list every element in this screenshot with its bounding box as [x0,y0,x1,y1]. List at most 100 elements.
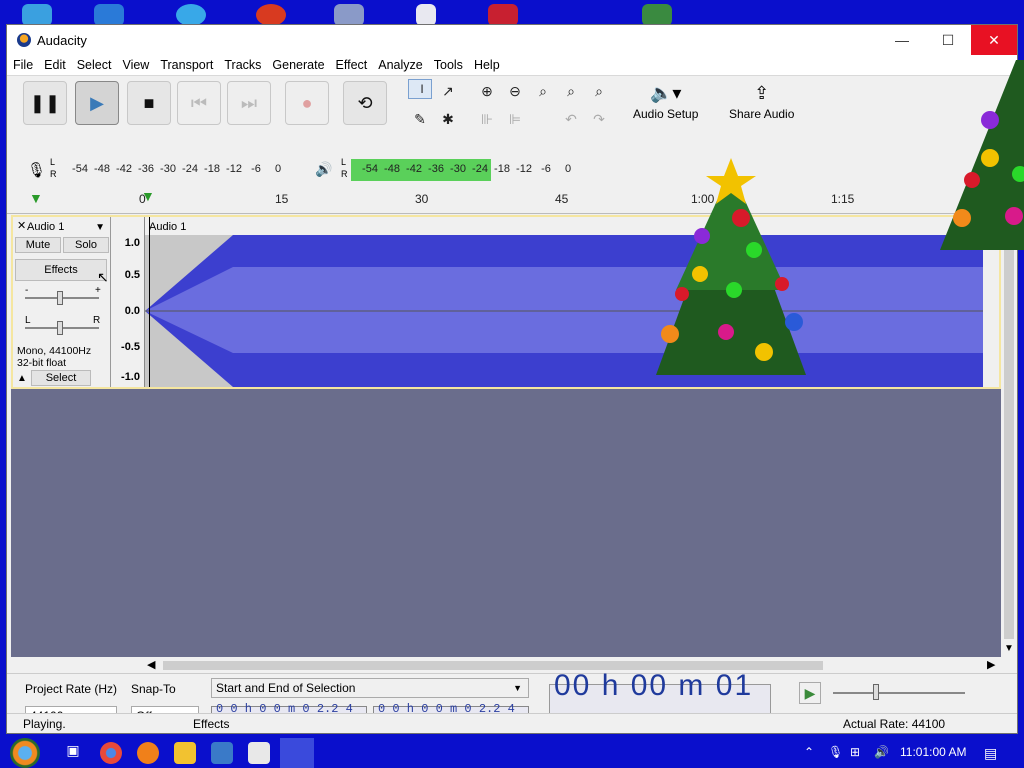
close-button[interactable]: ✕ [971,25,1017,55]
menu-transport[interactable]: Transport [154,58,218,72]
desktop-icon[interactable] [334,4,364,26]
track-control-panel: ✕ Audio 1 ▼ Mute Solo Effects ↖ - + L R … [13,217,111,387]
minimize-button[interactable]: — [879,25,925,55]
microphone-tray-icon[interactable]: 🎙 [828,745,843,759]
meter-tick: -12 [226,163,242,175]
multi-tool-icon[interactable]: ✱ [436,107,460,131]
task-view-icon[interactable]: ▣ [62,742,84,764]
audio-track[interactable]: ✕ Audio 1 ▼ Mute Solo Effects ↖ - + L R … [11,215,1001,389]
waveform[interactable] [145,235,983,387]
share-audio-button[interactable]: ⇪ Share Audio [729,83,794,121]
play-head-icon[interactable]: ▼ [29,190,43,206]
desktop-icon[interactable] [488,4,518,26]
track-name-dropdown[interactable]: Audio 1 ▼ [27,219,109,235]
mute-button[interactable]: Mute [15,237,61,253]
notification-icon[interactable]: ▤ [984,745,997,762]
audacity-taskbar-icon[interactable] [280,738,314,768]
select-track-button[interactable]: Select [31,370,91,386]
tray-chevron-icon[interactable]: ⌃ [804,745,814,759]
microphone-icon: 🎙 [27,162,47,179]
play-button[interactable]: ▶ [75,81,119,125]
fit-project-icon[interactable]: ⌕ [559,79,583,103]
selection-mode-select[interactable]: Start and End of Selection ▼ [211,678,529,698]
skip-to-end-button[interactable]: ⏭ [227,81,271,125]
scroll-down-icon[interactable]: ▼ [1004,643,1014,654]
clip-name-bar[interactable]: Audio 1 [145,217,983,235]
stop-button[interactable]: ■ [127,81,171,125]
skip-to-start-button[interactable]: ⏮ [177,81,221,125]
menu-select[interactable]: Select [71,58,117,72]
menu-file[interactable]: File [7,58,38,72]
scroll-left-icon[interactable]: ◀ [147,658,155,671]
network-icon[interactable]: ⊞ [850,745,860,759]
desktop-icon[interactable] [94,4,124,26]
upload-icon: ⇪ [754,83,770,103]
record-button[interactable]: ● [285,81,329,125]
file-explorer-icon[interactable] [174,742,196,764]
gain-slider-thumb[interactable] [57,291,63,305]
scroll-up-icon[interactable]: ▲ [1004,215,1014,226]
menu-help[interactable]: Help [468,58,505,72]
zoom-out-icon[interactable]: ⊖ [503,79,527,103]
pan-slider-thumb[interactable] [57,321,63,335]
silence-audio-icon[interactable]: ⊫ [503,107,527,131]
play-speed-thumb[interactable] [873,684,879,700]
desktop-icon[interactable] [416,4,436,26]
audio-setup-button[interactable]: 🔈▾ Audio Setup [633,83,698,121]
meter-tick: -6 [251,163,261,175]
play-speed-slider[interactable] [833,692,965,694]
trim-audio-icon[interactable]: ⊪ [475,107,499,131]
clock[interactable]: 11:01:00 AM [900,745,967,759]
track-area[interactable]: ✕ Audio 1 ▼ Mute Solo Effects ↖ - + L R … [11,215,1001,657]
status-bar: Playing. Effects Actual Rate: 44100 [7,713,1017,733]
redo-icon[interactable]: ↷ [587,107,611,131]
collapse-track-icon[interactable]: ▲ [17,373,27,384]
envelope-tool-icon[interactable]: ↗ [436,79,460,103]
maximize-button[interactable]: ☐ [925,25,971,55]
desktop-icon[interactable] [22,4,52,26]
horizontal-scrollbar[interactable]: ◀ ▶ [7,657,1007,673]
play-at-speed-button[interactable]: ▶ [799,682,821,704]
app-icon[interactable] [211,742,233,764]
vertical-scrollbar[interactable]: ▲ ▼ [1001,215,1017,657]
meter-tick: -24 [472,163,488,175]
zoom-toggle-icon[interactable]: ⌕ [587,79,611,103]
menu-tracks[interactable]: Tracks [218,58,266,72]
playback-meter[interactable]: 🔊 L R -54 -48 -42 -36 -30 -24 -18 -12 -6… [315,157,597,181]
timeline-ruler[interactable]: ▼ ▼ 0 15 30 45 1:00 1:15 [7,184,1017,214]
title-bar[interactable]: Audacity — ☐ ✕ [7,25,1017,55]
desktop-icon[interactable] [642,4,672,26]
meter-tick: -12 [516,163,532,175]
recording-meter[interactable]: 🎙 L R -54 -48 -42 -36 -30 -24 -18 -12 -6… [27,157,297,181]
undo-icon[interactable]: ↶ [559,107,583,131]
menu-view[interactable]: View [116,58,154,72]
menu-effect[interactable]: Effect [330,58,373,72]
draw-tool-icon[interactable]: ✎ [408,107,432,131]
pause-button[interactable]: ❚❚ [23,81,67,125]
audacity-logo-icon [17,33,31,47]
desktop-icon-strip [0,0,1024,26]
menu-edit[interactable]: Edit [38,58,71,72]
effects-button[interactable]: Effects [15,259,107,281]
menu-tools[interactable]: Tools [428,58,468,72]
meter-r-label: R [50,169,57,179]
start-button-icon[interactable] [10,738,40,768]
fit-selection-icon[interactable]: ⌕ [531,79,555,103]
amplitude-ruler[interactable]: 1.0 0.5 0.0 -0.5 -1.0 [111,217,145,387]
selection-tool-icon[interactable]: I [408,79,432,99]
loop-button[interactable]: ⟲ [343,81,387,125]
firefox-icon[interactable] [137,742,159,764]
meter-tick: -30 [160,163,176,175]
solo-button[interactable]: Solo [63,237,109,253]
menu-analyze[interactable]: Analyze [372,58,427,72]
app-icon[interactable] [248,742,270,764]
chrome-icon[interactable] [100,742,122,764]
volume-icon[interactable]: 🔊 [874,745,889,759]
menu-generate[interactable]: Generate [266,58,329,72]
desktop-icon[interactable] [176,4,206,26]
zoom-in-icon[interactable]: ⊕ [475,79,499,103]
desktop-icon[interactable] [256,4,286,26]
close-track-icon[interactable]: ✕ [17,219,26,232]
vertical-scroll-thumb[interactable] [1004,231,1014,639]
scroll-right-icon[interactable]: ▶ [987,658,995,671]
